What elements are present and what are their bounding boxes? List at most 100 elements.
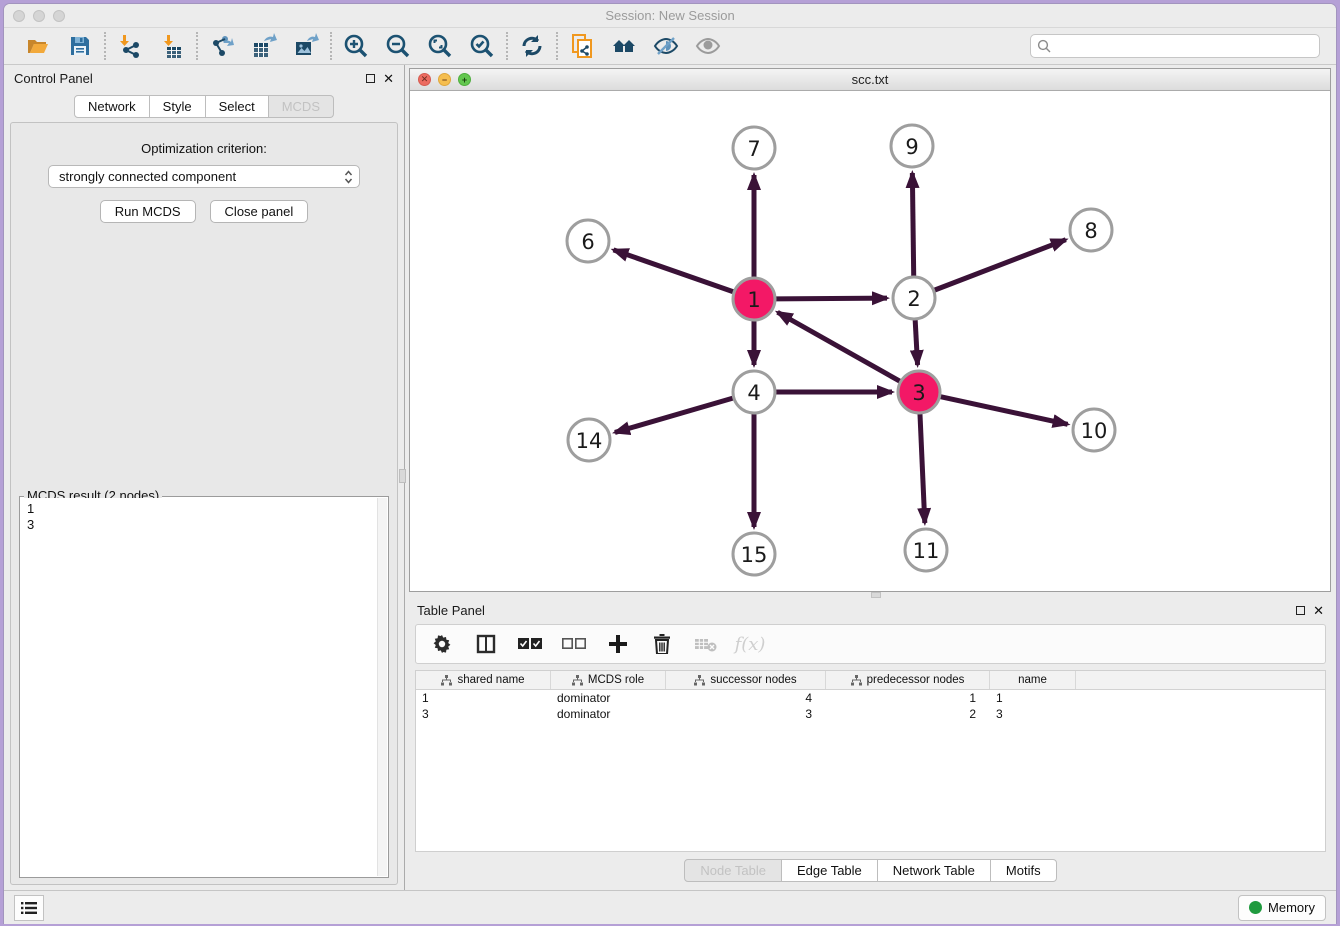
add-row-icon[interactable] bbox=[606, 632, 630, 656]
optimization-criterion-select[interactable]: strongly connected component bbox=[48, 165, 360, 188]
memory-status-icon bbox=[1249, 901, 1262, 914]
optimization-criterion-value: strongly connected component bbox=[59, 169, 236, 184]
zoom-in-icon[interactable] bbox=[342, 32, 370, 60]
memory-label: Memory bbox=[1268, 900, 1315, 915]
chevron-updown-icon bbox=[344, 170, 353, 184]
graph-edge-3-11[interactable] bbox=[920, 414, 925, 523]
control-panel-title: Control Panel bbox=[14, 71, 93, 86]
function-builder-icon: f(x) bbox=[738, 632, 762, 656]
search-container bbox=[1030, 34, 1320, 58]
tab-edge-table[interactable]: Edge Table bbox=[782, 859, 878, 882]
graph-edge-2-9[interactable] bbox=[912, 173, 913, 276]
tab-mcds[interactable]: MCDS bbox=[269, 95, 334, 118]
delete-row-icon[interactable] bbox=[650, 632, 674, 656]
import-network-icon[interactable] bbox=[116, 32, 144, 60]
first-neighbors-icon[interactable] bbox=[610, 32, 638, 60]
tab-network-table[interactable]: Network Table bbox=[878, 859, 991, 882]
graph-edge-1-2[interactable] bbox=[776, 298, 887, 299]
float-table-panel-icon[interactable] bbox=[1296, 606, 1305, 615]
network-canvas[interactable]: 7968124314101511 bbox=[410, 91, 1330, 591]
network-graph: 7968124314101511 bbox=[410, 91, 1330, 591]
zoom-fit-icon[interactable] bbox=[426, 32, 454, 60]
memory-button[interactable]: Memory bbox=[1238, 895, 1326, 921]
tab-style[interactable]: Style bbox=[150, 95, 206, 118]
app-window: Session: New Session bbox=[3, 3, 1337, 924]
graph-node-label-4: 4 bbox=[747, 381, 760, 405]
graph-node-label-2: 2 bbox=[907, 287, 920, 311]
graph-node-label-1: 1 bbox=[747, 288, 760, 312]
main-region: Control Panel ✕ Network Style Select MCD… bbox=[4, 65, 1336, 890]
network-window-titlebar: ✕ − + scc.txt bbox=[410, 69, 1330, 91]
table-row[interactable]: 1 dominator 4 1 1 bbox=[416, 690, 1325, 706]
optimization-criterion-label: Optimization criterion: bbox=[11, 141, 397, 156]
graph-edge-3-10[interactable] bbox=[940, 397, 1067, 425]
zoom-selected-icon[interactable] bbox=[468, 32, 496, 60]
status-bar: Memory bbox=[4, 890, 1336, 924]
column-header-name[interactable]: name bbox=[990, 671, 1076, 689]
column-header-mcds-role[interactable]: MCDS role bbox=[551, 671, 666, 689]
graph-edge-3-1[interactable] bbox=[778, 312, 900, 381]
table-header-row: shared name MCDS role successor nodes bbox=[416, 671, 1325, 690]
workspace-area: ✕ − + scc.txt 7968124314101511 Table Pan… bbox=[405, 65, 1336, 890]
graph-node-label-11: 11 bbox=[913, 539, 940, 563]
table-panel: Table Panel ✕ bbox=[405, 598, 1336, 890]
save-session-icon[interactable] bbox=[66, 32, 94, 60]
column-header-predecessor-nodes[interactable]: predecessor nodes bbox=[826, 671, 990, 689]
column-header-shared-name[interactable]: shared name bbox=[416, 671, 551, 689]
tab-network[interactable]: Network bbox=[74, 95, 150, 118]
network-view-window: ✕ − + scc.txt 7968124314101511 bbox=[409, 68, 1331, 592]
graph-edge-1-6[interactable] bbox=[613, 250, 733, 292]
network-window-title: scc.txt bbox=[410, 72, 1330, 87]
control-panel-header: Control Panel ✕ bbox=[4, 65, 404, 91]
graph-node-label-14: 14 bbox=[576, 429, 603, 453]
graph-edge-2-8[interactable] bbox=[935, 240, 1066, 290]
close-panel-icon[interactable]: ✕ bbox=[383, 72, 394, 85]
tab-node-table[interactable]: Node Table bbox=[684, 859, 782, 882]
tab-motifs[interactable]: Motifs bbox=[991, 859, 1057, 882]
window-title: Session: New Session bbox=[4, 8, 1336, 23]
titlebar: Session: New Session bbox=[4, 4, 1336, 28]
graph-edge-2-3[interactable] bbox=[915, 320, 917, 365]
graph-node-label-7: 7 bbox=[747, 137, 760, 161]
search-icon bbox=[1037, 39, 1051, 53]
result-scrollbar[interactable] bbox=[377, 498, 387, 876]
hide-selected-icon[interactable] bbox=[652, 32, 680, 60]
table-panel-header: Table Panel ✕ bbox=[405, 598, 1336, 622]
show-all-icon[interactable] bbox=[694, 32, 722, 60]
task-history-button[interactable] bbox=[14, 895, 44, 921]
tab-select[interactable]: Select bbox=[206, 95, 269, 118]
column-header-successor-nodes[interactable]: successor nodes bbox=[666, 671, 826, 689]
export-table-icon[interactable] bbox=[250, 32, 278, 60]
open-session-icon[interactable] bbox=[24, 32, 52, 60]
mcds-result-group: MCDS result (2 nodes) 1 3 bbox=[19, 496, 389, 878]
graph-node-label-3: 3 bbox=[912, 381, 925, 405]
zoom-out-icon[interactable] bbox=[384, 32, 412, 60]
table-settings-icon[interactable] bbox=[430, 632, 454, 656]
vertical-splitter-handle[interactable] bbox=[399, 469, 406, 483]
export-network-icon[interactable] bbox=[208, 32, 236, 60]
run-mcds-button[interactable]: Run MCDS bbox=[100, 200, 196, 223]
table-columns-icon[interactable] bbox=[474, 632, 498, 656]
float-panel-icon[interactable] bbox=[366, 74, 375, 83]
table-toolbar: f(x) bbox=[415, 624, 1326, 664]
graph-node-label-10: 10 bbox=[1081, 419, 1108, 443]
search-input[interactable] bbox=[1030, 34, 1320, 58]
control-panel-tabs: Network Style Select MCDS bbox=[4, 95, 404, 118]
export-image-icon[interactable] bbox=[292, 32, 320, 60]
close-table-panel-icon[interactable]: ✕ bbox=[1313, 604, 1324, 617]
table-row[interactable]: 3 dominator 3 2 3 bbox=[416, 706, 1325, 722]
deselect-all-columns-icon[interactable] bbox=[562, 632, 586, 656]
mcds-result-text[interactable]: 1 3 bbox=[21, 498, 377, 876]
clone-network-icon[interactable] bbox=[568, 32, 596, 60]
select-all-columns-icon[interactable] bbox=[518, 632, 542, 656]
node-table[interactable]: shared name MCDS role successor nodes bbox=[415, 670, 1326, 852]
refresh-icon[interactable] bbox=[518, 32, 546, 60]
graph-node-label-15: 15 bbox=[741, 543, 768, 567]
table-panel-title: Table Panel bbox=[417, 603, 485, 618]
graph-node-label-9: 9 bbox=[905, 135, 918, 159]
close-panel-button[interactable]: Close panel bbox=[210, 200, 309, 223]
mcds-panel-body: Optimization criterion: strongly connect… bbox=[10, 122, 398, 885]
main-toolbar bbox=[4, 28, 1336, 65]
import-table-icon[interactable] bbox=[158, 32, 186, 60]
graph-edge-4-14[interactable] bbox=[615, 398, 733, 432]
